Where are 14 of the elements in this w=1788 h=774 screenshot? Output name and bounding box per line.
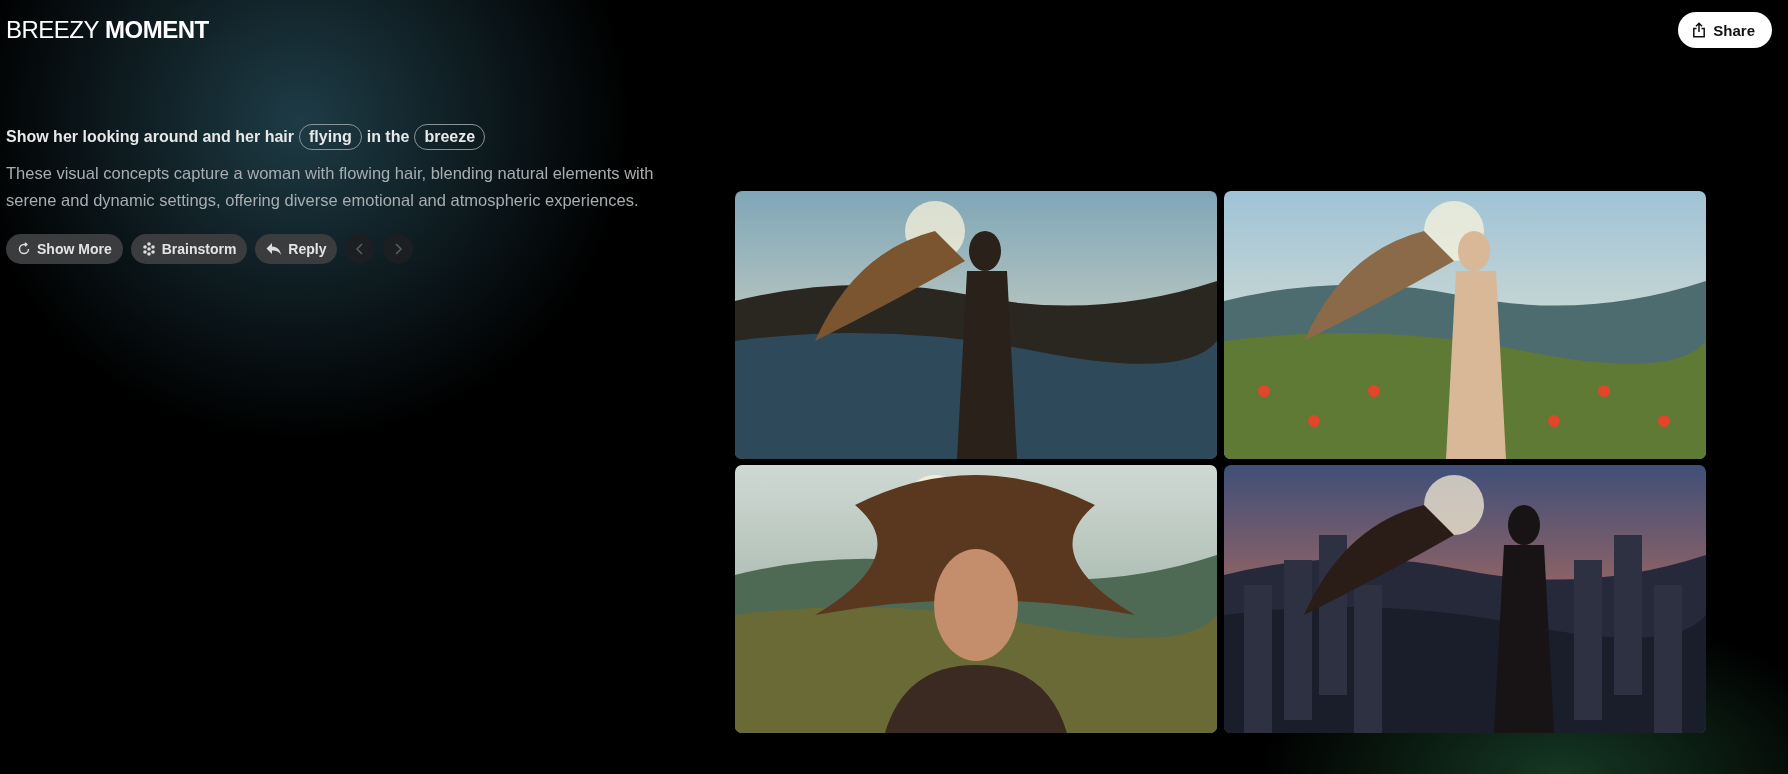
reply-icon xyxy=(266,242,283,256)
refresh-icon xyxy=(17,242,31,256)
share-icon xyxy=(1692,22,1707,38)
app-title: BREEZY MOMENT xyxy=(6,16,209,44)
reply-button[interactable]: Reply xyxy=(255,234,338,264)
show-more-button[interactable]: Show More xyxy=(6,234,123,264)
prompt-text: Show her looking around and her hair xyxy=(6,128,295,146)
prompt-text: in the xyxy=(366,128,410,146)
chevron-left-icon xyxy=(355,243,366,255)
chevron-right-icon xyxy=(393,243,404,255)
description-text: These visual concepts capture a woman with flowing hair, blending natural elements with serene and dynamic settings, offering diverse emotional and atmospheric experiences. xyxy=(6,163,655,211)
cluster-icon xyxy=(141,242,156,256)
share-button[interactable]: Share xyxy=(1678,12,1772,48)
brainstorm-button[interactable]: Brainstorm xyxy=(130,234,248,264)
